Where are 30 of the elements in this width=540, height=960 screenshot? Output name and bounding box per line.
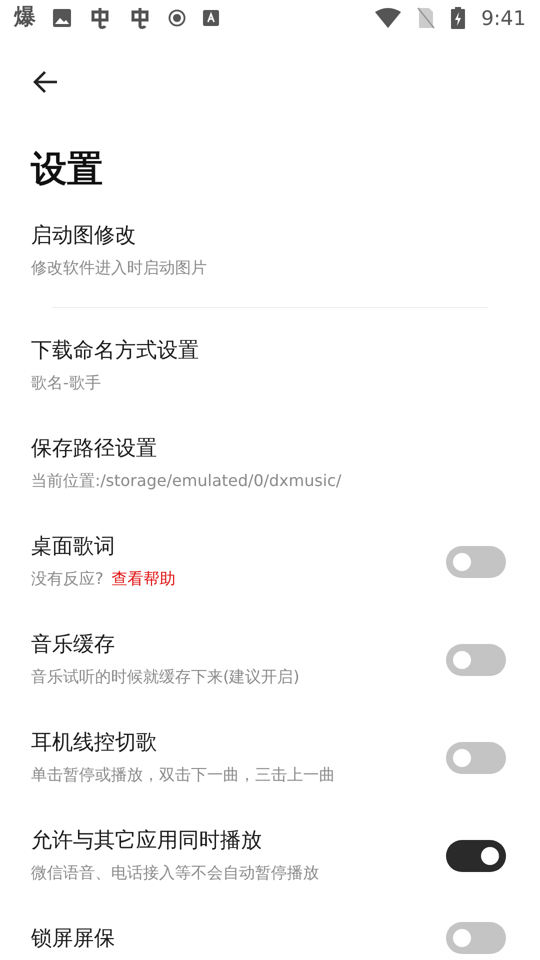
page-title: 设置: [31, 148, 104, 192]
notification-glyph: 爆: [14, 7, 36, 29]
toggle-switch[interactable]: [446, 742, 506, 774]
setting-description: 修改软件进入时启动图片: [31, 257, 208, 279]
setting-title: 启动图修改: [31, 222, 137, 249]
setting-description: 微信语音、电话接入等不会自动暂停播放: [31, 862, 320, 884]
setting-title: 允许与其它应用同时播放: [31, 827, 263, 854]
setting-description: 当前位置:/storage/emulated/0/dxmusic/: [31, 470, 342, 492]
setting-description: 没有反应?: [31, 569, 104, 588]
setting-description: 音乐试听的时候就缓存下来(建议开启): [31, 666, 300, 688]
battery-charging-icon: [451, 7, 466, 29]
image-icon: [52, 8, 72, 28]
help-link[interactable]: 查看帮助: [112, 569, 176, 588]
setting-title: 保存路径设置: [31, 435, 158, 462]
app-icon: [202, 9, 220, 27]
setting-title: 音乐缓存: [31, 631, 116, 658]
toggle-switch[interactable]: [446, 644, 506, 676]
toggle-switch[interactable]: [446, 546, 506, 578]
wifi-icon: [375, 8, 402, 28]
setting-title: 耳机线控切歌: [31, 729, 158, 756]
toggle-switch[interactable]: [446, 840, 506, 872]
setting-title: 桌面歌词: [31, 533, 116, 560]
no-sim-icon: [417, 7, 436, 29]
record-icon: [168, 9, 186, 27]
setting-title: 下载命名方式设置: [31, 337, 200, 364]
setting-title: 锁屏屏保: [31, 925, 116, 952]
toggle-switch[interactable]: [446, 922, 506, 954]
setting-description: 单击暂停或播放，双击下一曲，三击上一曲: [31, 764, 336, 786]
setting-description: 歌名-歌手: [31, 372, 102, 394]
status-time: 9:41: [481, 5, 526, 32]
